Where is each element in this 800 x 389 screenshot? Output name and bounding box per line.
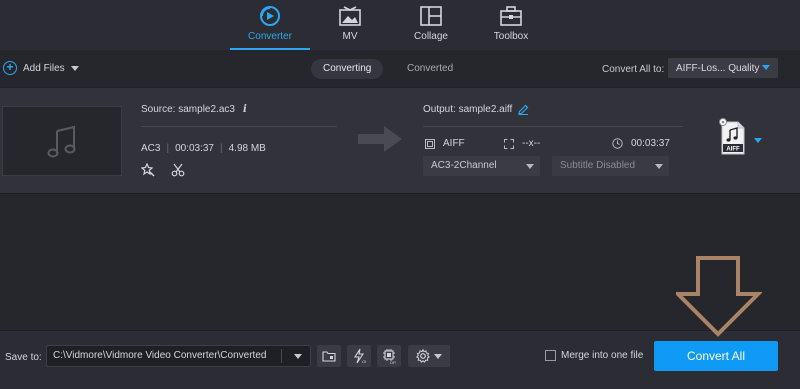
audio-track-select[interactable]: AC3-2Channel — [423, 156, 540, 176]
add-icon: + — [3, 61, 17, 75]
tab-mv-label: MV — [342, 31, 358, 42]
output-divider — [423, 126, 683, 127]
sub-toolbar: + Add Files Converting Converted Convert… — [0, 50, 800, 88]
source-divider — [141, 126, 337, 127]
hardware-accel-button[interactable]: OFF — [347, 345, 371, 367]
converter-icon — [259, 4, 281, 28]
meta-separator: | — [166, 143, 170, 154]
chevron-down-icon — [526, 164, 534, 169]
aiff-format-icon[interactable]: AIFF — [718, 118, 748, 156]
tab-collage[interactable]: Collage — [391, 0, 471, 50]
tab-converting[interactable]: Converting — [311, 59, 384, 79]
convert-all-format-select[interactable]: AIFF-Los... Quality — [668, 58, 778, 78]
magic-wand-icon[interactable] — [141, 163, 155, 177]
source-duration: 00:03:37 — [175, 143, 214, 154]
save-path-value: C:\Vidmore\Vidmore Video Converter\Conve… — [53, 350, 267, 361]
merge-checkbox[interactable]: Merge into one file — [545, 350, 643, 361]
folder-icon — [322, 351, 336, 362]
open-folder-button[interactable] — [317, 345, 341, 367]
format-dropdown-icon[interactable] — [754, 138, 762, 143]
mv-icon — [339, 4, 361, 28]
edit-pencil-icon[interactable] — [518, 104, 529, 115]
subtitle-select[interactable]: Subtitle Disabled — [552, 156, 669, 176]
path-divider — [281, 349, 282, 363]
svg-text:OFF: OFF — [362, 359, 366, 364]
chevron-down-icon — [762, 65, 770, 70]
output-duration: 00:03:37 — [631, 138, 670, 149]
output-filename: Output: sample2.aiff — [423, 104, 513, 115]
audio-track-value: AC3-2Channel — [431, 160, 497, 171]
scissors-icon[interactable] — [171, 163, 185, 177]
output-format-meta: AIFF — [425, 138, 465, 149]
collage-icon — [420, 4, 442, 28]
save-to-label: Save to: — [5, 352, 42, 363]
lightning-off-icon: OFF — [354, 348, 366, 364]
output-resolution-meta: --x-- — [504, 138, 540, 149]
music-note-icon — [47, 125, 76, 158]
toolbox-icon — [500, 4, 522, 28]
output-duration-meta: 00:03:37 — [612, 138, 670, 149]
checkbox-box[interactable] — [545, 350, 556, 361]
source-format: AC3 — [141, 143, 161, 154]
svg-text:OFF: OFF — [390, 360, 396, 364]
subtitle-value: Subtitle Disabled — [560, 160, 636, 171]
resize-icon — [504, 138, 514, 149]
clock-icon — [612, 138, 623, 149]
meta-separator: | — [220, 143, 223, 154]
tab-converter-label: Converter — [248, 31, 292, 42]
arrow-right-icon — [358, 126, 402, 152]
chevron-down-icon[interactable] — [70, 65, 79, 71]
chevron-down-icon — [294, 354, 302, 359]
bottom-bar: Save to: C:\Vidmore\Vidmore Video Conver… — [0, 330, 800, 389]
arrow-down-icon — [676, 256, 762, 337]
save-path-select[interactable]: C:\Vidmore\Vidmore Video Converter\Conve… — [46, 345, 311, 367]
chevron-down-icon — [434, 353, 442, 359]
source-meta: AC3 | 00:03:37 | 4.98 MB — [141, 143, 266, 154]
chevron-down-icon — [655, 164, 663, 169]
file-row: Source: sample2.ac3 i AC3 | 00:03:37 | 4… — [0, 88, 800, 194]
tab-toolbox[interactable]: Toolbox — [471, 0, 551, 50]
cpu-chip-icon: OFF — [383, 349, 396, 364]
source-size: 4.98 MB — [228, 143, 266, 154]
source-filename: Source: sample2.ac3 — [141, 104, 235, 115]
add-files-button[interactable]: + Add Files — [3, 61, 79, 75]
source-info: Source: sample2.ac3 i — [141, 104, 247, 115]
tab-converter[interactable]: Converter — [230, 0, 310, 50]
merge-label: Merge into one file — [561, 350, 644, 361]
output-format: AIFF — [443, 138, 465, 149]
convert-all-button[interactable]: Convert All — [654, 341, 778, 371]
tab-collage-label: Collage — [414, 31, 448, 42]
convert-all-label: Convert All to: — [602, 64, 665, 75]
output-resolution: --x-- — [522, 138, 541, 149]
add-files-label: Add Files — [23, 62, 65, 74]
gear-icon — [416, 349, 430, 363]
tab-mv[interactable]: MV — [310, 0, 390, 50]
tab-toolbox-label: Toolbox — [493, 31, 529, 42]
settings-button[interactable] — [408, 345, 450, 367]
film-icon — [425, 138, 435, 149]
top-nav: Converter MV Collage Toolbox — [0, 0, 800, 50]
gpu-accel-button[interactable]: OFF — [377, 345, 401, 367]
edit-tools — [141, 163, 185, 177]
info-icon[interactable]: i — [243, 104, 247, 115]
aiff-badge-text: AIFF — [726, 147, 740, 153]
tab-converted[interactable]: Converted — [395, 59, 465, 79]
output-info: Output: sample2.aiff — [423, 104, 529, 115]
convert-all-format-value: AIFF-Los... Quality — [676, 62, 760, 74]
file-thumbnail[interactable] — [2, 106, 122, 176]
